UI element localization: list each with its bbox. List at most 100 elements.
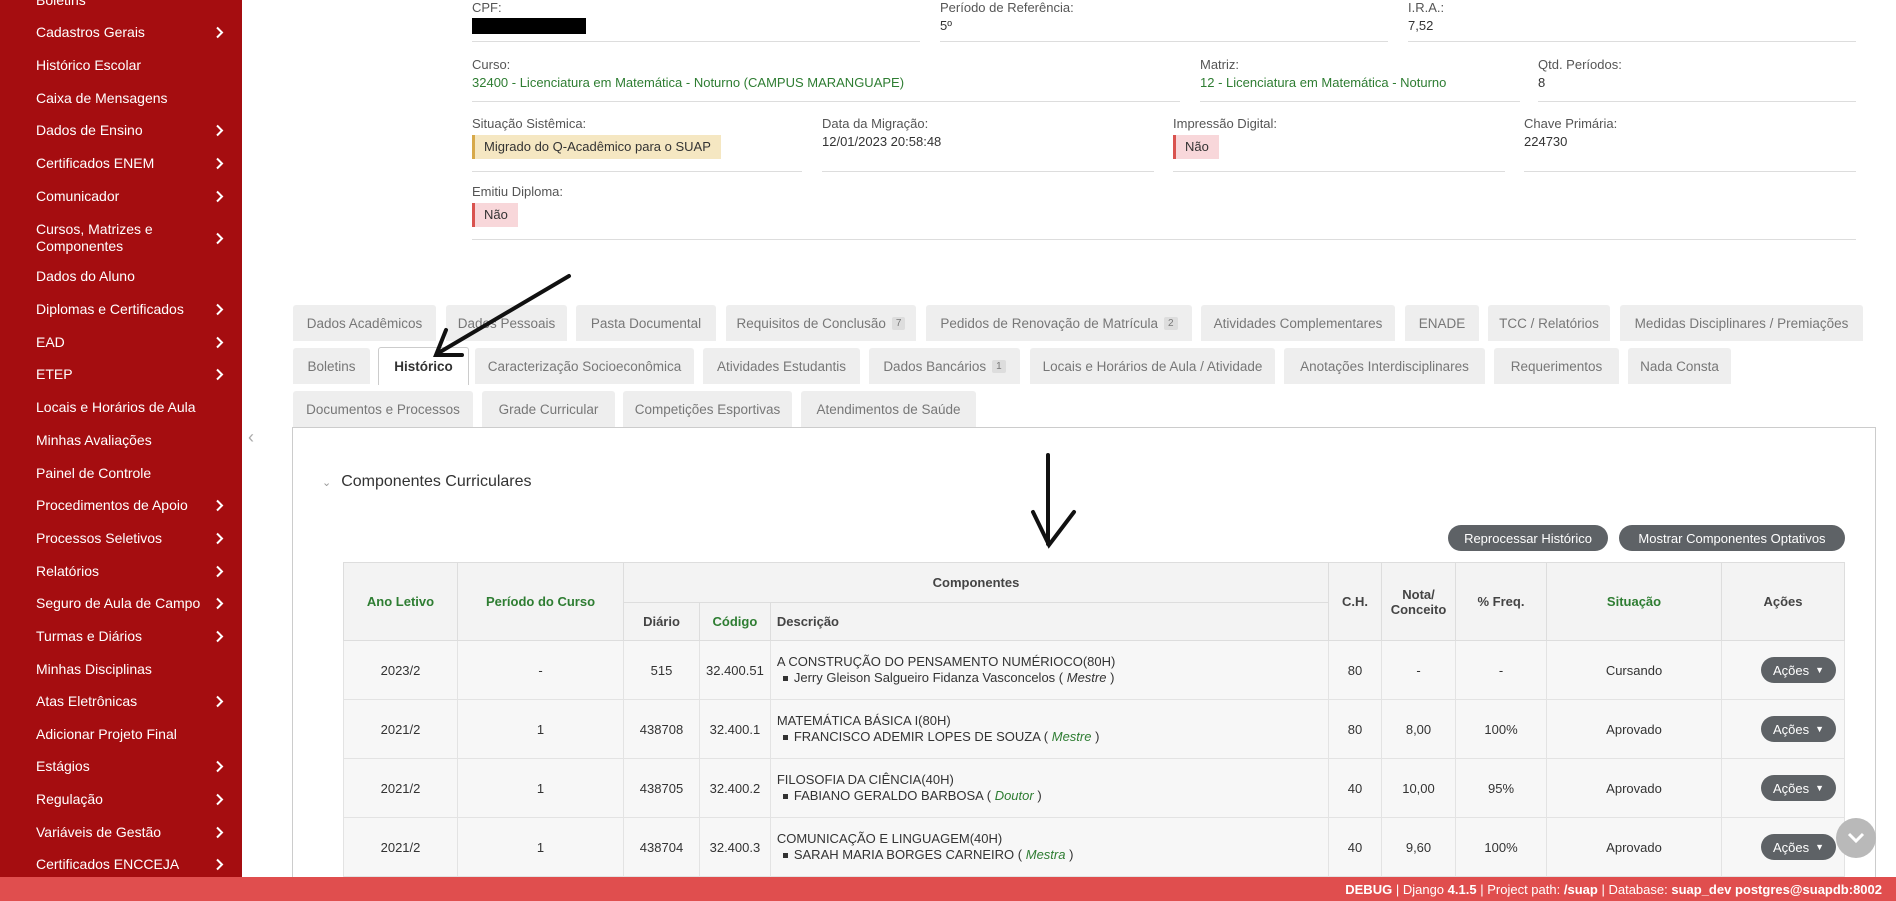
tab-label: Pasta Documental: [590, 315, 702, 331]
sidebar-item[interactable]: Seguro de Aula de Campo: [0, 595, 242, 612]
tab-row2-2[interactable]: Caracterização Socioeconômica: [475, 348, 694, 384]
sidebar-menu: Boletins Cadastros Gerais Histórico Escola…: [0, 0, 242, 877]
table-row: 2023/2-515 32.400.51 A CONSTRUÇÃO DO PENSA…: [343, 640, 1845, 700]
sidebar-item[interactable]: Minhas Avaliações: [0, 432, 242, 449]
tab-row2-0[interactable]: Boletins: [293, 348, 370, 384]
tab-row1-0[interactable]: Dados Acadêmicos: [293, 305, 436, 341]
th-componentes: Componentes: [623, 562, 1329, 603]
sidebar-item[interactable]: Painel de Controle: [0, 465, 242, 482]
cell-periodo: 1: [457, 699, 624, 759]
sidebar-item[interactable]: Comunicador: [0, 188, 242, 205]
sidebar-item[interactable]: Boletins: [0, 0, 242, 9]
acoes-dropdown-button[interactable]: Ações ▼: [1760, 716, 1836, 742]
th-codigo[interactable]: Código: [699, 602, 771, 641]
tab-count-badge: 7: [891, 316, 906, 330]
acoes-dropdown-button[interactable]: Ações ▼: [1760, 834, 1836, 860]
chevron-right-icon: [212, 368, 226, 382]
project-path: /suap: [1563, 881, 1598, 897]
curso-label: Curso:: [472, 57, 511, 72]
sidebar-item[interactable]: Certificados ENCCEJA: [0, 856, 242, 873]
tab-label: Medidas Disciplinares / Premiações: [1634, 315, 1849, 331]
cell-ch: 40: [1328, 817, 1382, 877]
sidebar-item[interactable]: Variáveis de Gestão: [0, 824, 242, 841]
tab-label: Requerimentos: [1510, 358, 1603, 374]
tab-row2-8[interactable]: Nada Consta: [1628, 348, 1731, 384]
tab-row1-6[interactable]: ENADE: [1405, 305, 1479, 341]
acoes-dropdown-button[interactable]: Ações ▼: [1760, 657, 1836, 683]
bullet-icon: [782, 794, 788, 800]
periodo-ref-label: Período de Referência:: [940, 0, 1074, 15]
chevron-right-icon: [212, 565, 226, 579]
collapse-sidebar-icon[interactable]: ‹: [248, 428, 262, 446]
tab-label: Atividades Estudantis: [716, 358, 847, 374]
scroll-down-button[interactable]: [1836, 818, 1876, 858]
reprocessar-historico-button[interactable]: Reprocessar Histórico: [1448, 525, 1608, 551]
tab-row1-2[interactable]: Pasta Documental: [576, 305, 716, 341]
tab-row1-7[interactable]: TCC / Relatórios: [1488, 305, 1610, 341]
sidebar-item[interactable]: Histórico Escolar: [0, 57, 242, 74]
mostrar-optativos-button[interactable]: Mostrar Componentes Optativos: [1619, 525, 1845, 551]
tab-row2-4[interactable]: Dados Bancários 1: [869, 348, 1020, 384]
sidebar-item[interactable]: Adicionar Projeto Final: [0, 726, 242, 743]
th-ch: C.H.: [1328, 562, 1382, 641]
tab-row3-3[interactable]: Atendimentos de Saúde: [801, 391, 976, 427]
sidebar-item[interactable]: Dados do Aluno: [0, 268, 242, 285]
th-periodo-curso[interactable]: Período do Curso: [457, 562, 624, 641]
tab-row2-1[interactable]: Histórico: [378, 347, 469, 385]
chevron-down-icon: ▼: [1815, 665, 1824, 675]
tab-row3-0[interactable]: Documentos e Processos: [293, 391, 473, 427]
sidebar-item[interactable]: Atas Eletrônicas: [0, 693, 242, 710]
situacao-badge: Migrado do Q-Acadêmico para o SUAP: [472, 135, 721, 159]
sidebar-item[interactable]: Procedimentos de Apoio: [0, 497, 242, 514]
tab-row1-3[interactable]: Requisitos de Conclusão 7: [726, 305, 916, 341]
curso-link[interactable]: 32400 - Licenciatura em Matemática - Not…: [472, 75, 1180, 91]
tab-label: ENADE: [1418, 315, 1466, 331]
tab-row1-5[interactable]: Atividades Complementares: [1201, 305, 1395, 341]
sidebar-item[interactable]: Caixa de Mensagens: [0, 90, 242, 107]
cell-diario: 438705: [623, 758, 700, 818]
sidebar-item[interactable]: Certificados ENEM: [0, 155, 242, 172]
sidebar-item[interactable]: Dados de Ensino: [0, 122, 242, 139]
professor-titulacao: Mestra: [1025, 847, 1066, 862]
sidebar-item[interactable]: Minhas Disciplinas: [0, 661, 242, 678]
sidebar-item[interactable]: Diplomas e Certificados: [0, 301, 242, 318]
sidebar-item[interactable]: Estágios: [0, 758, 242, 775]
sidebar-item-label: EAD: [36, 334, 65, 350]
sidebar-item-label: Seguro de Aula de Campo: [36, 595, 201, 611]
tab-row2-6[interactable]: Anotações Interdisciplinares: [1284, 348, 1485, 384]
sidebar-item[interactable]: Turmas e Diários: [0, 628, 242, 645]
chevron-right-icon: [212, 336, 226, 350]
matriz-link[interactable]: 12 - Licenciatura em Matemática - Noturn…: [1200, 75, 1520, 91]
tab-row3-1[interactable]: Grade Curricular: [482, 391, 615, 427]
sidebar-item-label: Regulação: [36, 791, 103, 807]
tab-row2-5[interactable]: Locais e Horários de Aula / Atividade: [1030, 348, 1275, 384]
sidebar-item[interactable]: Regulação: [0, 791, 242, 808]
tab-row2-3[interactable]: Atividades Estudantis: [703, 348, 860, 384]
sidebar-item[interactable]: Cursos, Matrizes e Componentes: [0, 221, 242, 255]
field-cpf: CPF:: [472, 0, 920, 42]
th-situacao[interactable]: Situação: [1546, 562, 1722, 641]
sidebar-item[interactable]: EAD: [0, 334, 242, 351]
bullet-icon: [782, 853, 788, 859]
debug-flag: DEBUG: [1345, 881, 1393, 897]
tab-row1-8[interactable]: Medidas Disciplinares / Premiações: [1620, 305, 1863, 341]
tab-label: Grade Curricular: [498, 401, 599, 417]
cell-descricao: A CONSTRUÇÃO DO PENSAMENTO NUMÉRIOCO(80H…: [769, 640, 1330, 700]
sidebar-item[interactable]: Cadastros Gerais: [0, 24, 242, 41]
data-migracao-label: Data da Migração:: [822, 116, 929, 131]
tab-row2-7[interactable]: Requerimentos: [1494, 348, 1619, 384]
sidebar-item[interactable]: ETEP: [0, 366, 242, 383]
tab-row3-2[interactable]: Competições Esportivas: [623, 391, 792, 427]
tab-row1-4[interactable]: Pedidos de Renovação de Matrícula 2: [926, 305, 1192, 341]
sidebar-item[interactable]: Relatórios: [0, 563, 242, 580]
acoes-dropdown-button[interactable]: Ações ▼: [1760, 775, 1836, 801]
sidebar-item[interactable]: Processos Seletivos: [0, 530, 242, 547]
collapse-chevron-icon: ⌄: [322, 476, 332, 489]
section-componentes-curriculares[interactable]: ⌄ Componentes Curriculares: [322, 473, 532, 491]
bullet-icon: [782, 676, 788, 682]
tab-row1-1[interactable]: Dados Pessoais: [446, 305, 567, 341]
th-ano-letivo[interactable]: Ano Letivo: [343, 562, 458, 641]
sidebar-item-label: Histórico Escolar: [36, 57, 142, 73]
sidebar-item[interactable]: Locais e Horários de Aula: [0, 399, 242, 416]
cell-diario[interactable]: 515: [623, 640, 700, 700]
